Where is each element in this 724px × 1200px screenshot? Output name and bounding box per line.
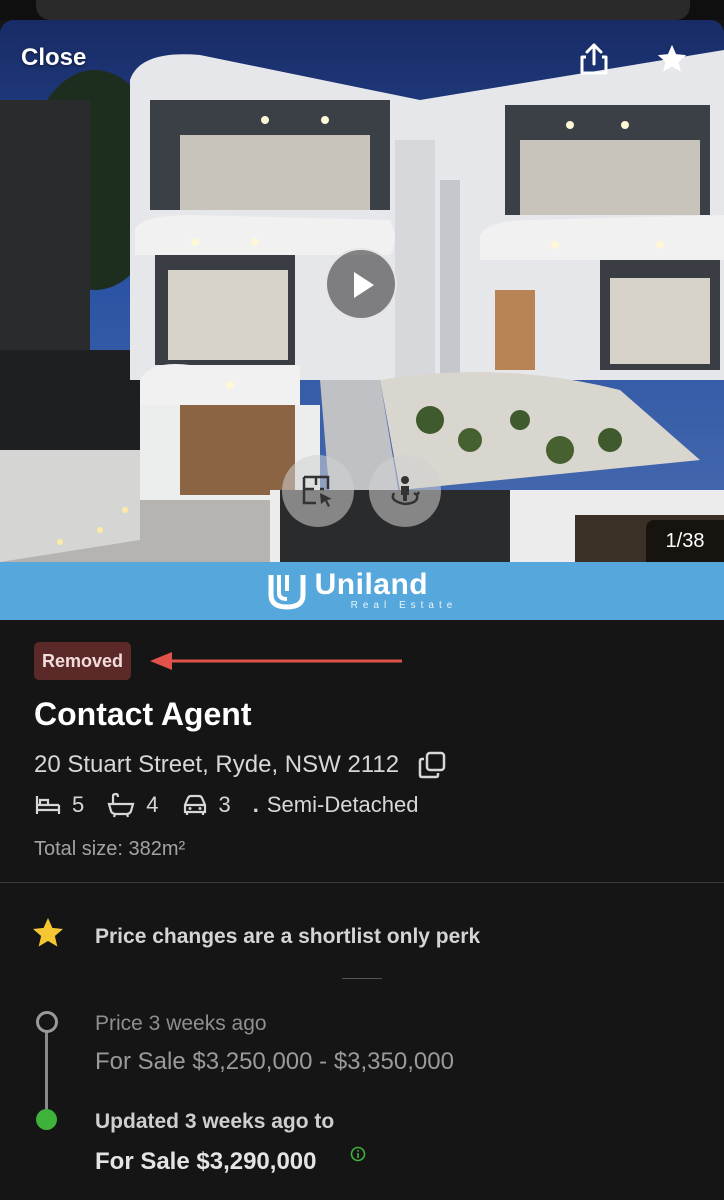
property-type: Semi-Detached bbox=[266, 792, 419, 817]
status-badge: Removed bbox=[34, 642, 132, 680]
info-icon[interactable] bbox=[350, 1146, 366, 1162]
timeline-dot-current bbox=[36, 1109, 57, 1130]
star-icon[interactable] bbox=[655, 42, 689, 76]
listing-price: Contact Agent bbox=[34, 696, 252, 732]
history-value-past: For Sale $3,250,000 - $3,350,000 bbox=[95, 1048, 454, 1075]
play-icon bbox=[354, 272, 374, 298]
bathrooms-feature: 4 bbox=[106, 792, 159, 818]
bathrooms-count: 4 bbox=[146, 792, 159, 817]
handle-divider bbox=[342, 978, 382, 979]
agency-banner[interactable]: Uniland Real Estate bbox=[0, 562, 724, 620]
property-photo[interactable]: Close 1/38 bbox=[0, 20, 724, 562]
photo-counter: 1/38 bbox=[646, 520, 724, 562]
bath-icon bbox=[107, 792, 135, 818]
bedrooms-feature: 5 bbox=[34, 792, 84, 818]
bedrooms-count: 5 bbox=[72, 792, 85, 817]
floorplan-icon bbox=[302, 475, 332, 507]
share-icon[interactable] bbox=[578, 42, 610, 76]
floorplan-button[interactable] bbox=[282, 455, 354, 527]
history-value-current: For Sale $3,290,000 bbox=[95, 1148, 317, 1175]
perk-message: Price changes are a shortlist only perk bbox=[95, 925, 481, 948]
copy-icon[interactable] bbox=[417, 750, 447, 780]
feature-separator: . bbox=[252, 792, 259, 817]
previous-sheet-edge bbox=[36, 0, 690, 20]
agency-name: Uniland bbox=[314, 568, 429, 601]
annotation-arrow-icon bbox=[150, 652, 402, 670]
virtual-tour-button[interactable] bbox=[369, 455, 441, 527]
agency-tagline: Real Estate bbox=[350, 600, 458, 611]
history-label-current: Updated 3 weeks ago to bbox=[95, 1110, 335, 1133]
play-video-button[interactable] bbox=[325, 248, 397, 320]
address-row: 20 Stuart Street, Ryde, NSW 2112 bbox=[34, 750, 447, 780]
listing-address: 20 Stuart Street, Ryde, NSW 2112 bbox=[34, 751, 400, 778]
bed-icon bbox=[35, 796, 61, 814]
timeline-line bbox=[45, 1028, 48, 1120]
total-size: Total size: 382m² bbox=[34, 838, 186, 860]
parking-count: 3 bbox=[218, 792, 231, 817]
history-label-past: Price 3 weeks ago bbox=[95, 1012, 267, 1035]
section-divider bbox=[0, 882, 724, 883]
parking-feature: 3 bbox=[181, 792, 231, 818]
timeline-dot-past bbox=[36, 1011, 58, 1033]
close-button[interactable]: Close bbox=[21, 44, 86, 72]
star-icon bbox=[33, 918, 63, 947]
agency-logo-icon bbox=[268, 575, 306, 610]
car-icon bbox=[183, 794, 206, 815]
top-strip bbox=[0, 0, 724, 20]
virtual-tour-icon bbox=[391, 476, 421, 506]
property-features: 5 4 3 . Semi-Detached bbox=[34, 792, 419, 818]
